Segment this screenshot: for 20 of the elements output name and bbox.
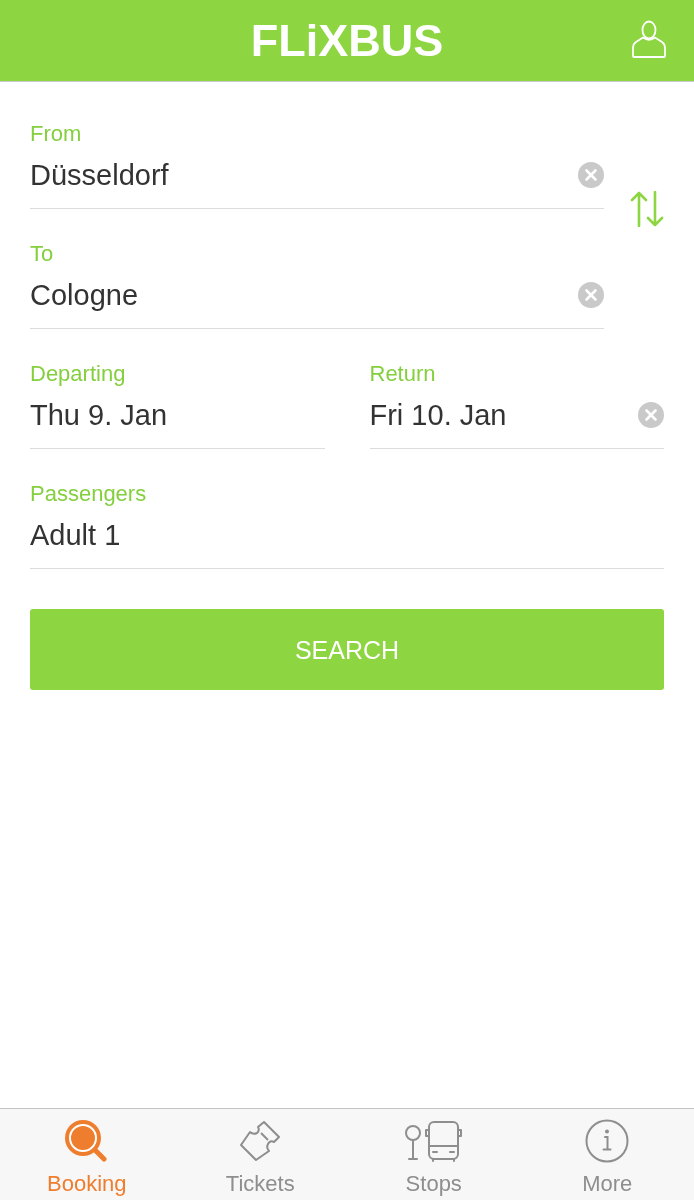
- to-field[interactable]: Cologne: [30, 267, 604, 329]
- return-date-field[interactable]: Fri 10. Jan: [369, 387, 664, 449]
- field-label: To: [30, 241, 54, 267]
- clear-icon[interactable]: [638, 401, 664, 428]
- field-label: Departing: [30, 361, 126, 387]
- user-icon[interactable]: [632, 20, 666, 58]
- passengers-field[interactable]: Adult 1: [30, 507, 664, 569]
- field-label: From: [30, 121, 82, 147]
- field-label: Return: [369, 361, 436, 387]
- swap-icon[interactable]: [630, 191, 664, 227]
- clear-icon[interactable]: [578, 161, 604, 188]
- info-icon: [585, 1119, 630, 1163]
- from-field[interactable]: Düsseldorf: [30, 147, 604, 209]
- departure-date-field[interactable]: Thu 9. Jan: [30, 387, 325, 449]
- search-icon: [65, 1120, 109, 1162]
- ticket-icon: [239, 1120, 282, 1162]
- clear-icon[interactable]: [578, 281, 604, 308]
- field-label: Passengers: [30, 481, 147, 507]
- bus-stop-icon: [403, 1120, 464, 1162]
- app-logo: FLiXBUS: [250, 16, 444, 65]
